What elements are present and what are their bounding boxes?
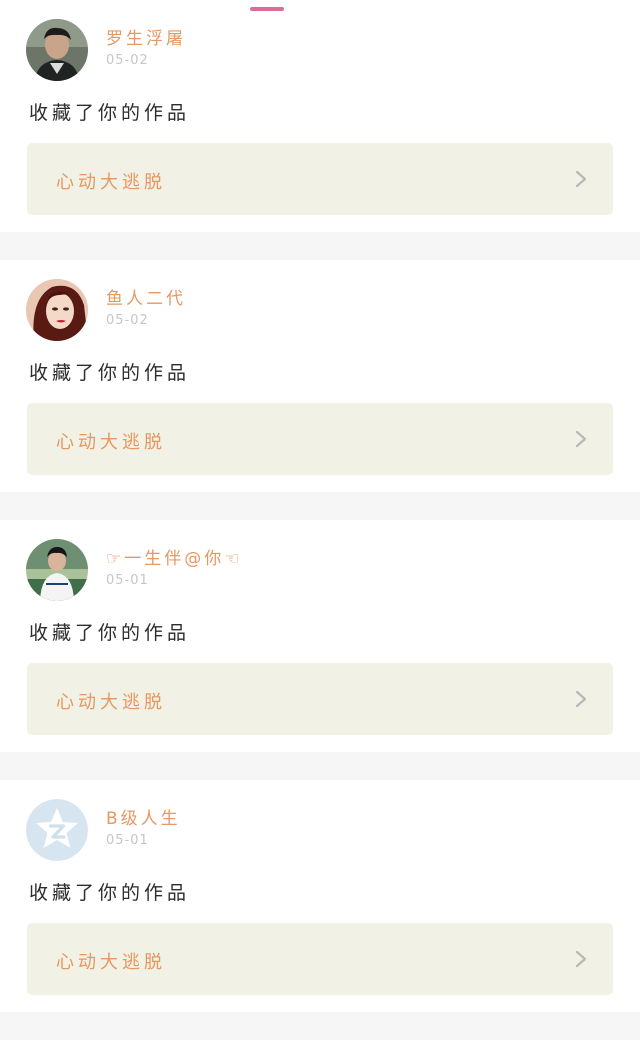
work-title: 心动大逃脱 bbox=[56, 952, 166, 973]
chevron-right-icon bbox=[575, 690, 587, 708]
active-tab-indicator bbox=[250, 7, 284, 11]
avatar[interactable] bbox=[26, 19, 88, 81]
chevron-right-icon bbox=[575, 430, 587, 448]
timestamp: 05-02 bbox=[106, 53, 149, 68]
notification-card: 罗生浮屠 05-02 收藏了你的作品 心动大逃脱 bbox=[0, 0, 640, 232]
notification-card: ☞一生伴@你☜ 05-01 收藏了你的作品 心动大逃脱 bbox=[0, 520, 640, 752]
notification-card: 鱼人二代 05-02 收藏了你的作品 心动大逃脱 bbox=[0, 260, 640, 492]
work-link[interactable]: 心动大逃脱 bbox=[27, 923, 613, 995]
work-link[interactable]: 心动大逃脱 bbox=[27, 663, 613, 735]
chevron-right-icon bbox=[575, 950, 587, 968]
timestamp: 05-01 bbox=[106, 833, 149, 848]
avatar[interactable] bbox=[26, 799, 88, 861]
work-title: 心动大逃脱 bbox=[56, 172, 166, 193]
male-user-avatar-icon bbox=[26, 19, 88, 81]
boy-user-avatar-icon bbox=[26, 539, 88, 601]
action-text: 收藏了你的作品 bbox=[29, 622, 191, 644]
notification-card: B级人生 05-01 收藏了你的作品 心动大逃脱 bbox=[0, 780, 640, 1012]
chevron-right-icon bbox=[575, 170, 587, 188]
qzone-default-avatar-icon bbox=[26, 799, 88, 861]
action-text: 收藏了你的作品 bbox=[29, 882, 191, 904]
timestamp: 05-02 bbox=[106, 313, 149, 328]
female-user-avatar-icon bbox=[26, 279, 88, 341]
username[interactable]: ☞一生伴@你☜ bbox=[106, 544, 242, 569]
work-title: 心动大逃脱 bbox=[56, 432, 166, 453]
avatar[interactable] bbox=[26, 539, 88, 601]
username[interactable]: 鱼人二代 bbox=[106, 284, 186, 309]
action-text: 收藏了你的作品 bbox=[29, 102, 191, 124]
work-link[interactable]: 心动大逃脱 bbox=[27, 403, 613, 475]
work-title: 心动大逃脱 bbox=[56, 692, 166, 713]
work-link[interactable]: 心动大逃脱 bbox=[27, 143, 613, 215]
action-text: 收藏了你的作品 bbox=[29, 362, 191, 384]
avatar[interactable] bbox=[26, 279, 88, 341]
notification-feed: 罗生浮屠 05-02 收藏了你的作品 心动大逃脱 鱼人二代 05-02 收藏了你… bbox=[0, 0, 640, 1040]
username[interactable]: 罗生浮屠 bbox=[106, 24, 186, 49]
timestamp: 05-01 bbox=[106, 573, 149, 588]
username[interactable]: B级人生 bbox=[106, 804, 181, 829]
